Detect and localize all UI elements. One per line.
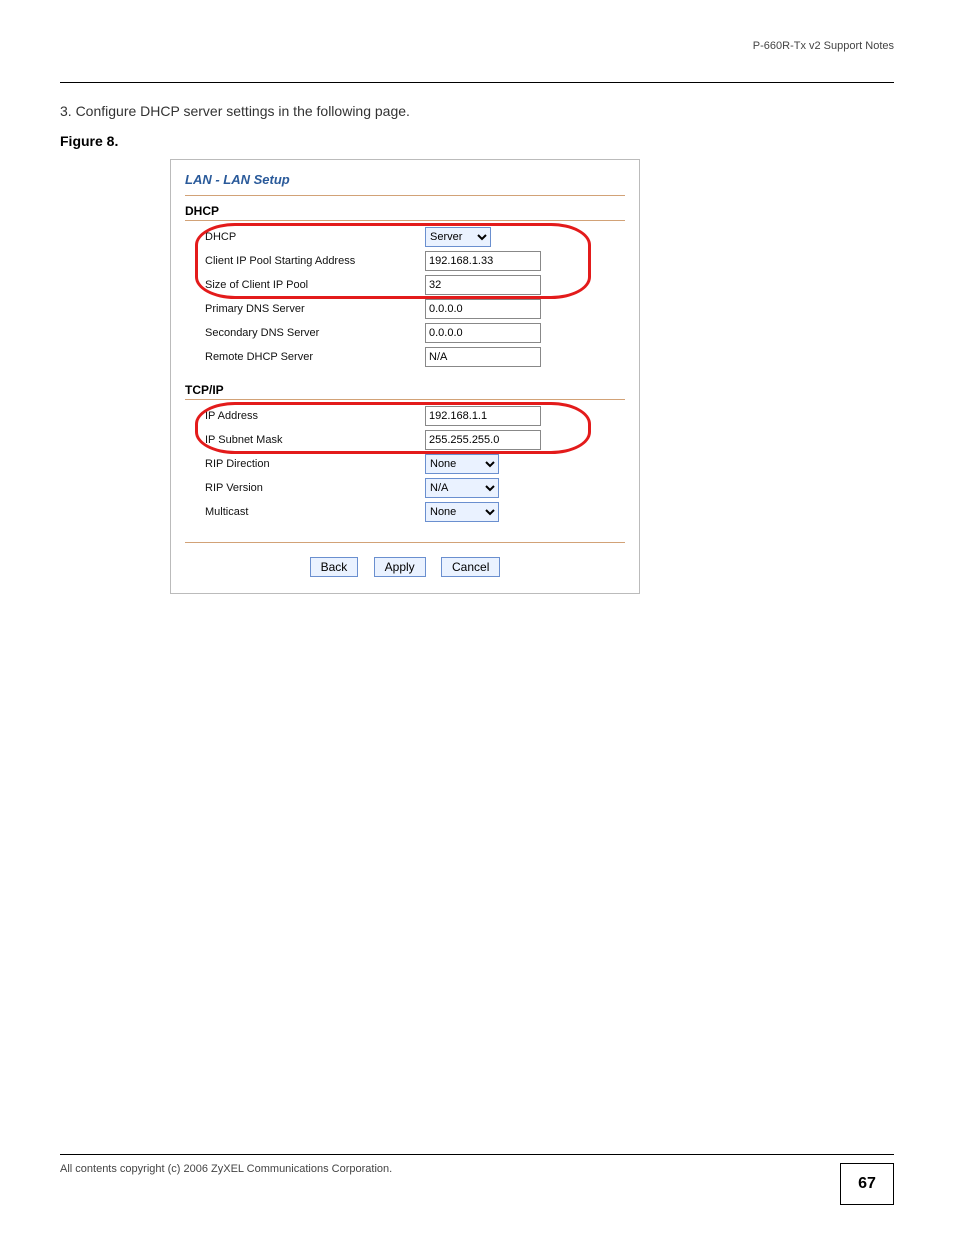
back-button[interactable]: Back xyxy=(310,557,359,577)
header-text: P-660R-Tx v2 Support Notes xyxy=(60,40,894,52)
subnet-mask-label: IP Subnet Mask xyxy=(205,434,425,446)
cancel-button[interactable]: Cancel xyxy=(441,557,500,577)
pool-start-input[interactable] xyxy=(425,251,541,271)
rip-direction-label: RIP Direction xyxy=(205,458,425,470)
rip-version-label: RIP Version xyxy=(205,482,425,494)
pool-size-label: Size of Client IP Pool xyxy=(205,279,425,291)
rip-version-select[interactable]: N/A xyxy=(425,478,499,498)
primary-dns-label: Primary DNS Server xyxy=(205,303,425,315)
rip-direction-select[interactable]: None xyxy=(425,454,499,474)
lan-setup-panel: LAN - LAN Setup DHCP DHCP Server Client … xyxy=(170,159,640,594)
dhcp-section-title: DHCP xyxy=(185,204,625,218)
ip-address-label: IP Address xyxy=(205,410,425,422)
secondary-dns-label: Secondary DNS Server xyxy=(205,327,425,339)
tcpip-highlight-group: IP Address IP Subnet Mask xyxy=(185,404,625,452)
tcpip-section-title: TCP/IP xyxy=(185,383,625,397)
button-row: Back Apply Cancel xyxy=(185,542,625,577)
multicast-select[interactable]: None xyxy=(425,502,499,522)
dhcp-select[interactable]: Server xyxy=(425,227,491,247)
footer-copyright: All contents copyright (c) 2006 ZyXEL Co… xyxy=(60,1163,392,1175)
footer: All contents copyright (c) 2006 ZyXEL Co… xyxy=(60,1154,894,1205)
breadcrumb: LAN - LAN Setup xyxy=(185,170,625,196)
footer-rule xyxy=(60,1154,894,1155)
section-rule xyxy=(185,220,625,221)
multicast-label: Multicast xyxy=(205,506,425,518)
remote-dhcp-label: Remote DHCP Server xyxy=(205,351,425,363)
apply-button[interactable]: Apply xyxy=(374,557,426,577)
secondary-dns-input[interactable] xyxy=(425,323,541,343)
header-rule xyxy=(60,82,894,83)
primary-dns-input[interactable] xyxy=(425,299,541,319)
section-rule xyxy=(185,399,625,400)
dhcp-highlight-group: DHCP Server Client IP Pool Starting Addr… xyxy=(185,225,625,297)
pool-start-label: Client IP Pool Starting Address xyxy=(205,255,425,267)
ip-address-input[interactable] xyxy=(425,406,541,426)
intro-text: 3. Configure DHCP server settings in the… xyxy=(60,103,894,119)
remote-dhcp-input[interactable] xyxy=(425,347,541,367)
page-number: 67 xyxy=(840,1163,894,1205)
dhcp-label: DHCP xyxy=(205,231,425,243)
subnet-mask-input[interactable] xyxy=(425,430,541,450)
figure-caption: Figure 8. xyxy=(60,133,894,149)
pool-size-input[interactable] xyxy=(425,275,541,295)
